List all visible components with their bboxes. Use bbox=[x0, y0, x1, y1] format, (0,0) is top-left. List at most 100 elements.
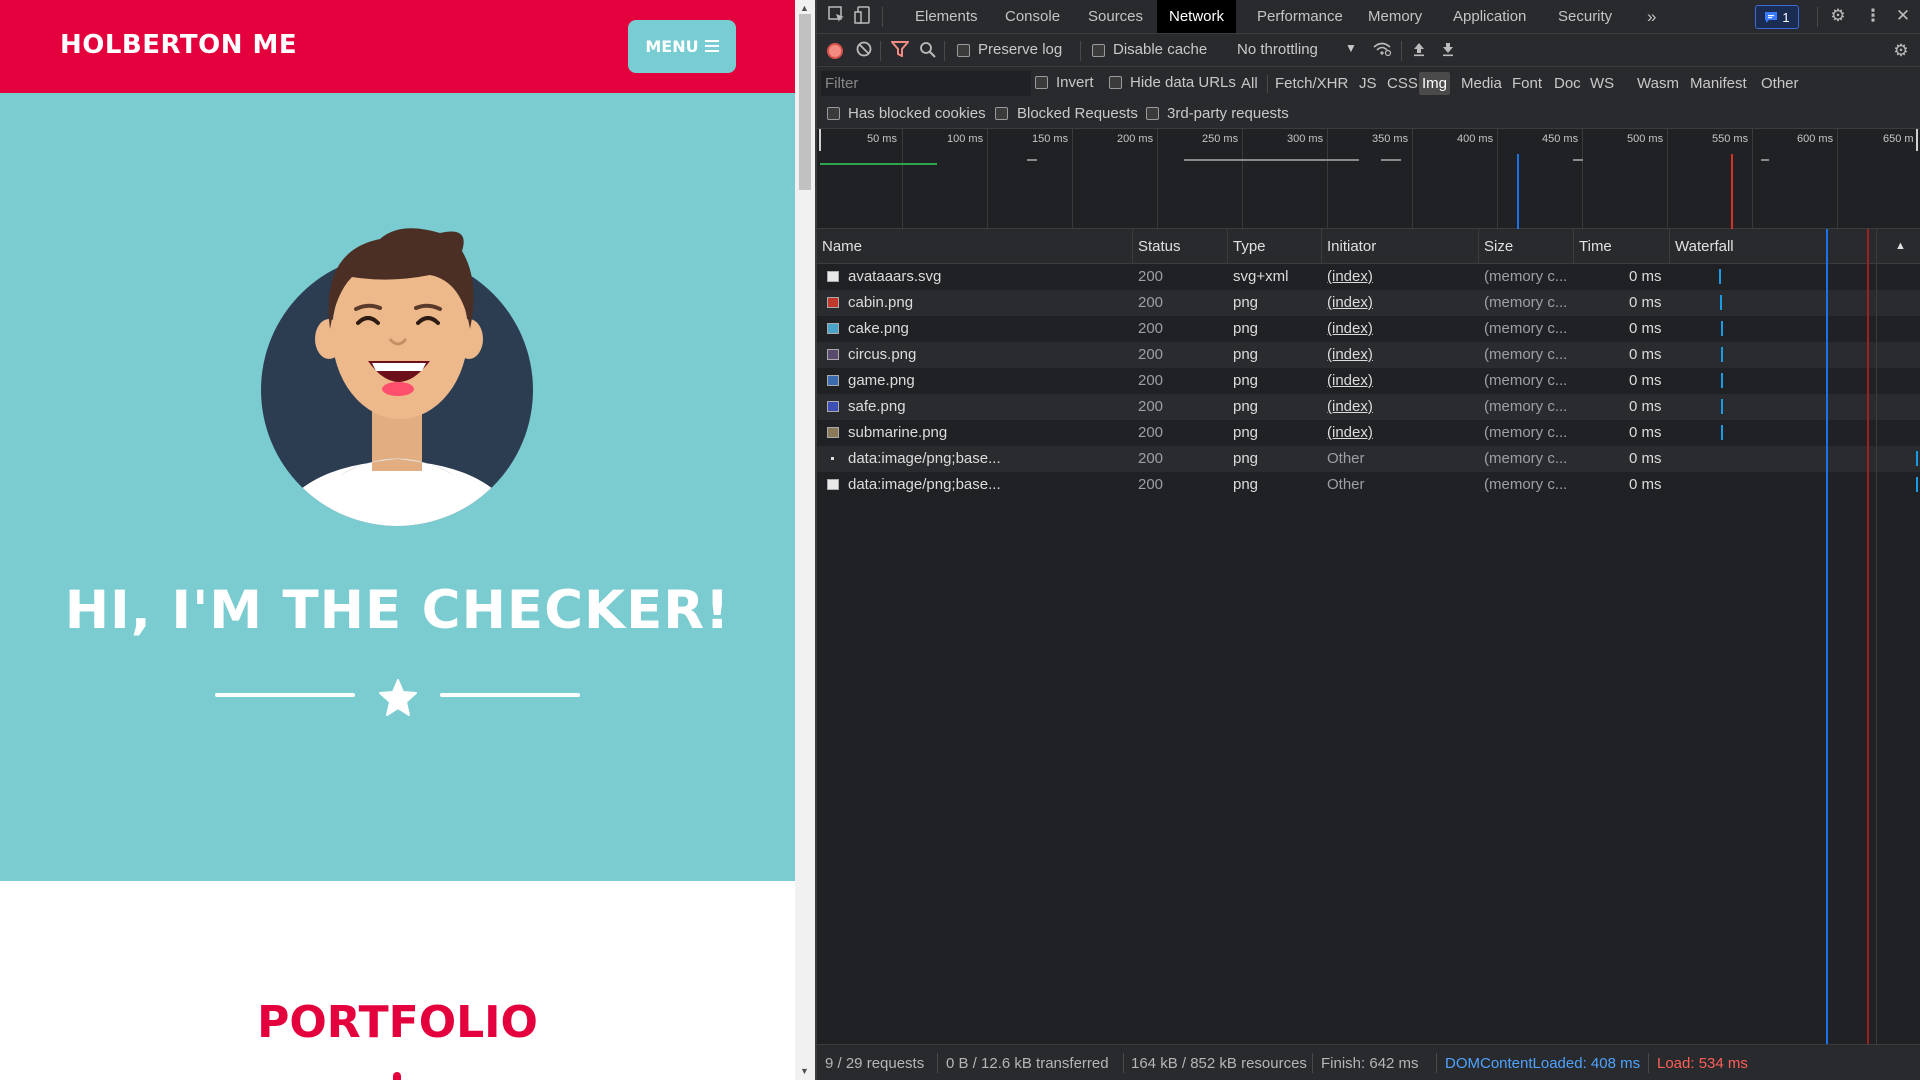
request-initiator[interactable]: (index) bbox=[1327, 320, 1373, 337]
table-row[interactable]: safe.png 200 png (index) (memory c... 0 … bbox=[817, 394, 1920, 420]
table-row[interactable]: submarine.png 200 png (index) (memory c.… bbox=[817, 420, 1920, 446]
hide-data-urls-checkbox[interactable] bbox=[1109, 76, 1122, 89]
request-size: (memory c... bbox=[1484, 346, 1568, 363]
third-party-checkbox[interactable] bbox=[1146, 107, 1159, 120]
request-initiator[interactable]: (index) bbox=[1327, 294, 1373, 311]
network-settings-gear-icon[interactable]: ⚙ bbox=[1891, 41, 1911, 61]
request-initiator[interactable]: (index) bbox=[1327, 398, 1373, 415]
more-options-icon[interactable]: ⋮ bbox=[1863, 6, 1883, 26]
throttling-dropdown-icon[interactable]: ▼ bbox=[1345, 41, 1357, 55]
divider-line-right bbox=[440, 693, 580, 697]
table-row[interactable]: circus.png 200 png (index) (memory c... … bbox=[817, 342, 1920, 368]
network-conditions-icon[interactable] bbox=[1372, 41, 1392, 61]
filter-type-manifest[interactable]: Manifest bbox=[1687, 72, 1750, 95]
request-name: cabin.png bbox=[848, 294, 914, 311]
table-row[interactable]: data:image/png;base... 200 png Other (me… bbox=[817, 446, 1920, 472]
more-tabs-icon[interactable]: » bbox=[1647, 0, 1656, 33]
filter-type-css[interactable]: CSS bbox=[1384, 72, 1421, 95]
tab-console[interactable]: Console bbox=[1005, 0, 1060, 33]
filter-type-doc[interactable]: Doc bbox=[1551, 72, 1584, 95]
request-initiator[interactable]: (index) bbox=[1327, 346, 1373, 363]
request-initiator[interactable]: (index) bbox=[1327, 424, 1373, 441]
table-row[interactable]: cake.png 200 png (index) (memory c... 0 … bbox=[817, 316, 1920, 342]
brand-logo[interactable]: HOLBERTON ME bbox=[60, 30, 297, 60]
request-initiator[interactable]: (index) bbox=[1327, 268, 1373, 285]
page-scrollbar-thumb[interactable] bbox=[799, 14, 811, 190]
status-requests: 9 / 29 requests bbox=[825, 1055, 925, 1072]
filter-type-other[interactable]: Other bbox=[1758, 72, 1802, 95]
overview-handle-left[interactable] bbox=[819, 129, 821, 151]
filter-type-js[interactable]: JS bbox=[1356, 72, 1380, 95]
preserve-log-checkbox[interactable] bbox=[957, 44, 970, 57]
tab-memory[interactable]: Memory bbox=[1368, 0, 1422, 33]
waterfall-bar bbox=[1720, 295, 1722, 310]
request-initiator[interactable]: (index) bbox=[1327, 372, 1373, 389]
table-row[interactable]: game.png 200 png (index) (memory c... 0 … bbox=[817, 368, 1920, 394]
filter-type-font[interactable]: Font bbox=[1509, 72, 1545, 95]
request-time: 0 ms bbox=[1629, 372, 1662, 389]
close-devtools-icon[interactable]: ✕ bbox=[1893, 6, 1913, 26]
request-type: png bbox=[1233, 372, 1259, 389]
filter-input[interactable]: Filter bbox=[821, 71, 1031, 96]
filter-type-img[interactable]: Img bbox=[1419, 72, 1451, 95]
disable-cache-checkbox[interactable] bbox=[1092, 44, 1105, 57]
filter-type-wasm[interactable]: Wasm bbox=[1634, 72, 1682, 95]
column-header-status[interactable]: Status bbox=[1138, 238, 1181, 255]
menu-button[interactable]: MENU bbox=[628, 20, 736, 73]
overview-tick: 50 ms bbox=[867, 133, 897, 145]
scroll-up-icon[interactable]: ▲ bbox=[800, 3, 809, 13]
request-type: png bbox=[1233, 294, 1259, 311]
has-blocked-cookies-label: Has blocked cookies bbox=[848, 105, 986, 122]
request-time: 0 ms bbox=[1629, 424, 1662, 441]
overview-tick: 550 ms bbox=[1712, 133, 1749, 145]
clear-icon[interactable] bbox=[854, 41, 874, 61]
table-row[interactable]: data:image/png;base... 200 png Other (me… bbox=[817, 472, 1920, 498]
column-header-name[interactable]: Name bbox=[822, 238, 862, 255]
issues-badge[interactable]: 1 bbox=[1755, 5, 1799, 29]
tab-elements[interactable]: Elements bbox=[915, 0, 978, 33]
tab-security[interactable]: Security bbox=[1558, 0, 1612, 33]
import-har-icon[interactable] bbox=[1409, 41, 1429, 61]
tab-performance[interactable]: Performance bbox=[1257, 0, 1343, 33]
filter-type-media[interactable]: Media bbox=[1458, 72, 1505, 95]
filter-type-all[interactable]: All bbox=[1238, 72, 1261, 95]
settings-gear-icon[interactable]: ⚙ bbox=[1828, 6, 1848, 26]
request-status: 200 bbox=[1138, 398, 1164, 415]
image-file-icon bbox=[827, 323, 839, 334]
overview-handle-right[interactable] bbox=[1916, 129, 1918, 151]
search-icon[interactable] bbox=[917, 41, 937, 61]
column-header-waterfall[interactable]: Waterfall bbox=[1675, 238, 1734, 255]
column-header-size[interactable]: Size bbox=[1484, 238, 1513, 255]
tab-network[interactable]: Network bbox=[1157, 0, 1237, 33]
overview-bar-document bbox=[820, 163, 937, 165]
filter-funnel-icon[interactable] bbox=[889, 41, 911, 61]
star-divider bbox=[215, 678, 580, 718]
column-header-time[interactable]: Time bbox=[1579, 238, 1612, 255]
record-icon[interactable] bbox=[827, 43, 843, 59]
device-toolbar-icon[interactable] bbox=[853, 6, 873, 26]
column-header-type[interactable]: Type bbox=[1233, 238, 1266, 255]
overview-tick: 250 ms bbox=[1202, 133, 1239, 145]
overview-tick: 200 ms bbox=[1117, 133, 1154, 145]
throttling-select[interactable]: No throttling bbox=[1237, 41, 1318, 58]
tab-application[interactable]: Application bbox=[1453, 0, 1526, 33]
request-name: cake.png bbox=[848, 320, 909, 337]
has-blocked-cookies-checkbox[interactable] bbox=[827, 107, 840, 120]
filter-type-fetch-xhr[interactable]: Fetch/XHR bbox=[1272, 72, 1351, 95]
tab-sources[interactable]: Sources bbox=[1088, 0, 1143, 33]
export-har-icon[interactable] bbox=[1438, 41, 1458, 61]
invert-checkbox[interactable] bbox=[1035, 76, 1048, 89]
table-row[interactable]: cabin.png 200 png (index) (memory c... 0… bbox=[817, 290, 1920, 316]
sort-ascending-icon[interactable]: ▲ bbox=[1895, 240, 1906, 252]
filter-type-ws[interactable]: WS bbox=[1587, 72, 1617, 95]
blocked-requests-label: Blocked Requests bbox=[1017, 105, 1138, 122]
waterfall-bar bbox=[1916, 451, 1918, 466]
inspect-element-icon[interactable] bbox=[827, 6, 847, 26]
column-header-initiator[interactable]: Initiator bbox=[1327, 238, 1376, 255]
network-overview-timeline[interactable]: 50 ms 100 ms 150 ms 200 ms 250 ms 300 ms… bbox=[817, 129, 1920, 229]
scroll-down-icon[interactable]: ▼ bbox=[800, 1066, 809, 1076]
table-row[interactable]: avataaars.svg 200 svg+xml (index) (memor… bbox=[817, 264, 1920, 290]
page-scrollbar[interactable]: ▲ ▼ bbox=[795, 0, 815, 1080]
status-transferred: 0 B / 12.6 kB transferred bbox=[946, 1055, 1109, 1072]
blocked-requests-checkbox[interactable] bbox=[995, 107, 1008, 120]
